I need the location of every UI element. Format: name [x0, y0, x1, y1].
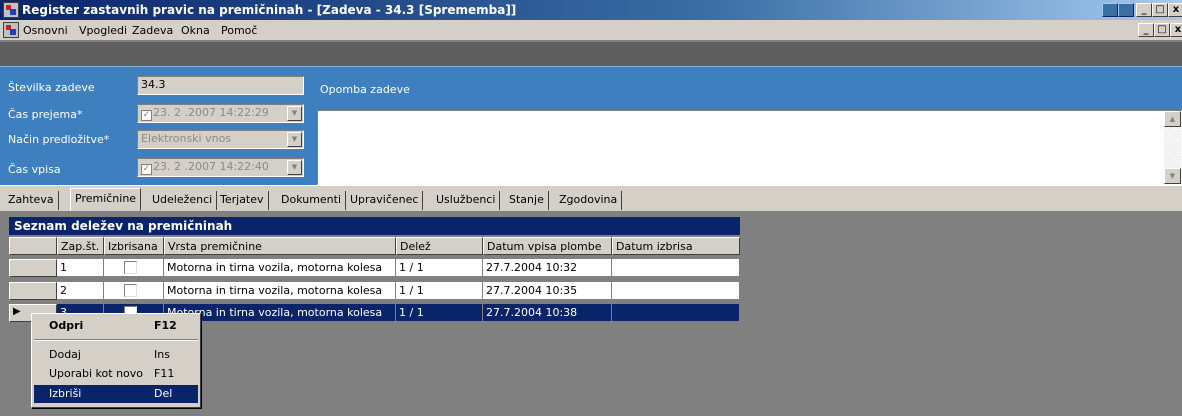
- cell-delete-date[interactable]: [612, 282, 740, 300]
- maximize-button[interactable]: □: [1152, 3, 1168, 17]
- received-checkbox[interactable]: ✓: [141, 110, 152, 121]
- child-restore-button[interactable]: □: [1154, 23, 1170, 37]
- tab-stanje[interactable]: Stanje: [505, 191, 549, 210]
- cell-no[interactable]: 2: [57, 282, 104, 300]
- column-header-deleted[interactable]: Izbrisana: [104, 237, 164, 255]
- mdi-tile-icon[interactable]: [1118, 3, 1134, 17]
- deleted-checkbox[interactable]: [124, 284, 137, 297]
- context-item-shortcut: F12: [154, 319, 177, 332]
- row-indicator-header: [9, 237, 57, 255]
- context-item-label: Dodaj: [49, 348, 81, 361]
- current-row-arrow-icon: ▶: [13, 306, 21, 317]
- scroll-down-icon[interactable]: ▼: [1164, 168, 1181, 184]
- context-item-label: Odpri: [49, 319, 84, 332]
- row-selector[interactable]: [9, 259, 57, 277]
- tab-upravicenec[interactable]: Upravičenec: [346, 191, 424, 210]
- close-button[interactable]: x: [1168, 3, 1182, 17]
- tab-udelezenci[interactable]: Udeleženci: [148, 191, 218, 210]
- title-bar: Register zastavnih pravic na premičninah…: [0, 0, 1182, 20]
- entry-datetime-field[interactable]: ✓ 23. 2 .2007 14:22:40 ▼: [137, 158, 304, 177]
- tab-zgodovina[interactable]: Zgodovina: [555, 191, 623, 210]
- case-number-label: Številka zadeve: [8, 81, 95, 94]
- received-datetime-field[interactable]: ✓ 23. 2 .2007 14:22:29 ▼: [137, 104, 304, 123]
- entry-checkbox[interactable]: ✓: [141, 164, 152, 175]
- cell-deleted[interactable]: [104, 282, 164, 300]
- tab-terjatev[interactable]: Terjatev: [216, 191, 269, 210]
- context-item-delete[interactable]: Izbriši Del: [34, 385, 198, 403]
- menu-okna[interactable]: Okna: [181, 24, 210, 37]
- menu-vpogledi[interactable]: Vpogledi: [79, 24, 127, 37]
- tab-premicnine[interactable]: Premičnine: [70, 188, 142, 211]
- child-close-button[interactable]: x: [1170, 23, 1182, 37]
- cell-entry-date[interactable]: 27.7.2004 10:38: [483, 304, 612, 322]
- tab-dokumenti[interactable]: Dokumenti: [277, 191, 347, 210]
- submission-value: Elektronski vnos: [141, 132, 232, 145]
- entry-value: 23. 2 .2007 14:22:40: [153, 160, 269, 173]
- cell-delete-date[interactable]: [612, 304, 740, 322]
- grid-title: Seznam deležev na premičninah: [9, 217, 740, 235]
- context-item-label: Uporabi kot novo: [49, 367, 144, 380]
- menu-pomoc[interactable]: Pomoč: [221, 24, 257, 37]
- tab-bar: Zahteva Premičnine Udeleženci Terjatev D…: [0, 185, 1182, 211]
- received-label: Čas prejema*: [8, 108, 83, 121]
- menu-bar: Osnovni Vpogledi Zadeva Okna Pomoč _ □ x: [0, 20, 1182, 41]
- cell-type[interactable]: Motorna in tirna vozila, motorna kolesa: [164, 259, 396, 277]
- submission-method-select[interactable]: Elektronski vnos ▼: [137, 130, 304, 149]
- context-item-add[interactable]: Dodaj Ins: [34, 346, 198, 364]
- cell-share[interactable]: 1 / 1: [396, 282, 483, 300]
- received-value: 23. 2 .2007 14:22:29: [153, 106, 269, 119]
- note-scrollbar[interactable]: ▲ ▼: [1164, 111, 1181, 184]
- context-item-label: Izbriši: [49, 387, 82, 400]
- chevron-down-icon[interactable]: ▼: [287, 132, 302, 147]
- note-label: Opomba zadeve: [320, 83, 410, 96]
- cell-no[interactable]: 1: [57, 259, 104, 277]
- row-selector[interactable]: [9, 282, 57, 300]
- mdi-restore-icon[interactable]: [1102, 3, 1118, 17]
- entry-time-label: Čas vpisa: [8, 163, 61, 176]
- context-menu: Odpri F12 Dodaj Ins Uporabi kot novo F11…: [31, 313, 201, 408]
- column-header-entry-date[interactable]: Datum vpisa plombe: [483, 237, 612, 255]
- tab-zahteva[interactable]: Zahteva: [4, 191, 59, 210]
- note-textarea[interactable]: ▲ ▼: [317, 110, 1182, 185]
- submission-label: Način predložitve*: [8, 133, 110, 146]
- chevron-down-icon[interactable]: ▼: [287, 160, 302, 175]
- scroll-up-icon[interactable]: ▲: [1164, 111, 1181, 127]
- chevron-down-icon[interactable]: ▼: [287, 106, 302, 121]
- context-item-shortcut: Del: [154, 387, 173, 400]
- column-header-share[interactable]: Delež: [396, 237, 483, 255]
- menu-zadeva[interactable]: Zadeva: [132, 24, 173, 37]
- cell-deleted[interactable]: [104, 259, 164, 277]
- cell-type[interactable]: Motorna in tirna vozila, motorna kolesa: [164, 282, 396, 300]
- child-minimize-button[interactable]: _: [1138, 23, 1154, 37]
- cell-entry-date[interactable]: 27.7.2004 10:35: [483, 282, 612, 300]
- window-title: Register zastavnih pravic na premičninah…: [22, 3, 517, 17]
- context-item-use-as-new[interactable]: Uporabi kot novo F11: [34, 365, 198, 383]
- app-icon[interactable]: [3, 2, 19, 18]
- context-item-shortcut: F11: [154, 367, 175, 380]
- column-header-delete-date[interactable]: Datum izbrisa: [612, 237, 740, 255]
- column-header-type[interactable]: Vrsta premičnine: [164, 237, 396, 255]
- case-number-field[interactable]: 34.3: [137, 76, 304, 95]
- document-icon[interactable]: [3, 22, 19, 38]
- cell-delete-date[interactable]: [612, 259, 740, 277]
- cell-share[interactable]: 1 / 1: [396, 259, 483, 277]
- context-item-open[interactable]: Odpri F12: [34, 317, 198, 335]
- minimize-button[interactable]: _: [1136, 3, 1152, 17]
- context-separator: [34, 339, 198, 341]
- column-header-no[interactable]: Zap.št.: [57, 237, 104, 255]
- cell-share[interactable]: 1 / 1: [396, 304, 483, 322]
- cell-entry-date[interactable]: 27.7.2004 10:32: [483, 259, 612, 277]
- menu-osnovni[interactable]: Osnovni: [23, 24, 68, 37]
- deleted-checkbox[interactable]: [124, 261, 137, 274]
- tab-usluzbenci[interactable]: Uslužbenci: [432, 191, 501, 210]
- context-item-shortcut: Ins: [154, 348, 170, 361]
- toolbar-strip: [0, 42, 1182, 66]
